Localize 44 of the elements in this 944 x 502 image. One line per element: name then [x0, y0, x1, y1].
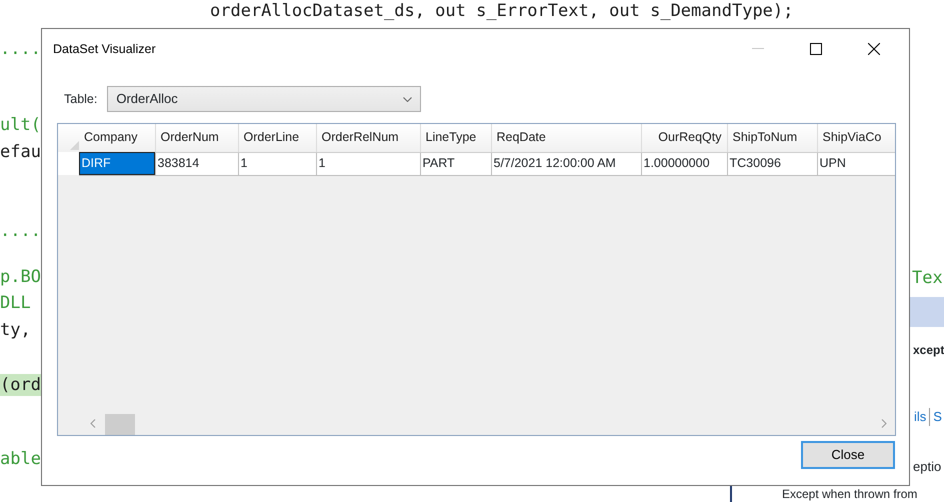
exception-heading: xcept	[913, 342, 944, 359]
column-header[interactable]: ReqDate	[491, 124, 641, 152]
code-text: DLL	[0, 292, 31, 314]
table-cell[interactable]: 5/7/2021 12:00:00 AM	[491, 152, 641, 175]
column-header[interactable]: OurReqQty	[641, 124, 727, 152]
code-text: ult(	[0, 114, 41, 136]
column-header[interactable]: LineType	[420, 124, 491, 152]
code-text: ....	[0, 38, 41, 60]
table-cell[interactable]: DIRF	[79, 152, 155, 175]
exception-text: eptio	[913, 458, 942, 476]
scrollbar-thumb[interactable]	[105, 414, 135, 435]
table-cell[interactable]: 383814	[155, 152, 238, 175]
code-text: ....	[0, 220, 41, 242]
code-text: able	[0, 448, 41, 470]
exception-text: Except when thrown from	[782, 487, 918, 501]
maximize-icon[interactable]	[810, 43, 822, 55]
table-dropdown[interactable]: OrderAlloc	[107, 86, 422, 112]
column-header[interactable]: OrderLine	[238, 124, 316, 152]
code-text: efau	[0, 141, 41, 163]
details-link[interactable]: S	[933, 407, 942, 426]
close-dialog-button[interactable]: Close	[801, 441, 895, 469]
table-cell[interactable]: 1	[238, 152, 316, 175]
column-header[interactable]: Company	[79, 124, 155, 152]
table-label: Table:	[64, 90, 98, 108]
details-link[interactable]: ils	[914, 407, 926, 426]
chevron-icon	[403, 96, 412, 102]
table-cell[interactable]: TC30096	[727, 152, 817, 175]
code-text: p.BO	[0, 266, 41, 288]
table-cell[interactable]: 1.00000000	[641, 152, 727, 175]
table-cell[interactable]: PART	[420, 152, 491, 175]
corner-triangle-icon[interactable]	[70, 140, 79, 150]
table-cell[interactable]: UPN	[817, 152, 895, 175]
table-cell[interactable]: 1	[316, 152, 420, 175]
scroll-left-icon[interactable]	[90, 419, 96, 428]
code-text: ty,	[0, 319, 31, 341]
column-header[interactable]: ShipViaCo	[817, 124, 895, 152]
column-header[interactable]: OrderRelNum	[316, 124, 420, 152]
code-text: orderAllocDataset_ds, out s_ErrorText, out s_DemandType);	[210, 0, 794, 22]
column-header[interactable]: ShipToNum	[727, 124, 817, 152]
code-text: Tex	[912, 267, 943, 289]
column-header[interactable]: OrderNum	[155, 124, 238, 152]
scroll-right-icon[interactable]	[881, 419, 887, 428]
close-icon[interactable]	[868, 43, 880, 55]
window-title: DataSet Visualizer	[53, 40, 157, 58]
